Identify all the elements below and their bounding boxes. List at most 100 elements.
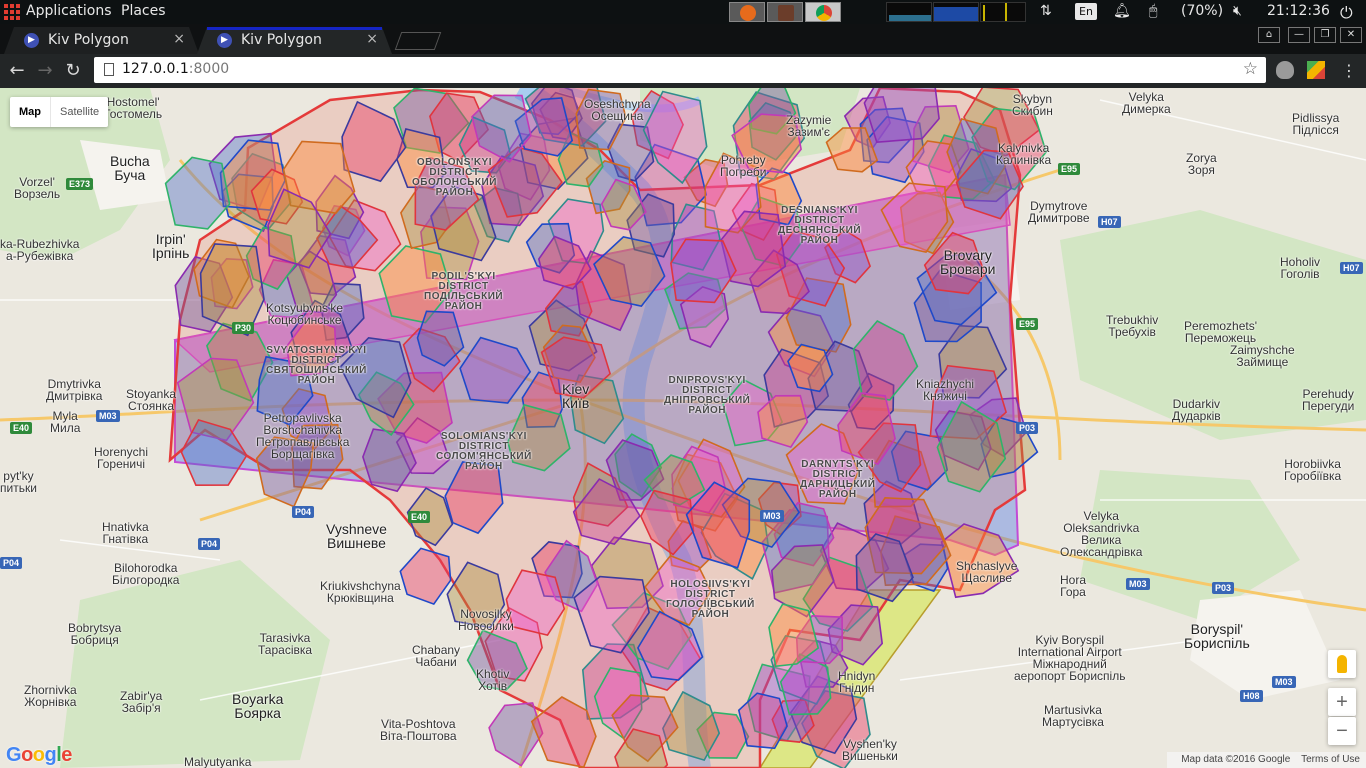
map-canvas[interactable]: [0, 88, 1366, 768]
desktop-top-panel: Applications Places ⇅ En 🔔︎ 🖱︎ (70%) 🔇︎ …: [0, 0, 1366, 24]
url-port: :8000: [188, 61, 230, 77]
place-label-sviatoshynskyi: SVYATOSHYNS'KYI DISTRICT СВЯТОШИНСЬКИЙ Р…: [266, 345, 367, 386]
places-menu[interactable]: Places: [121, 3, 166, 19]
place-label-hora: Hora Гора: [1060, 573, 1087, 599]
lightbulb-extension-icon[interactable]: [1276, 61, 1294, 79]
place-label-chabany: Chabany Чабани: [412, 643, 461, 669]
place-label-malyutyanka: Malyutyanka: [184, 755, 252, 768]
google-map[interactable]: Hostomel' Гостомель Bucha Буча Vorzel' Вор…: [0, 88, 1366, 768]
road-shield-e95b: E95: [1016, 318, 1039, 330]
place-label-airport: Kyiv Boryspil International Airport Міжн…: [1014, 633, 1126, 683]
place-label-obolonskyi: OBOLONS'KYI DISTRICT ОБОЛОНСЬКИЙ РАЙОН: [412, 157, 497, 198]
mouse-icon[interactable]: 🖱︎: [1149, 3, 1157, 19]
place-label-bilohorodka: Bilohorodka Білогородка: [112, 561, 180, 587]
tab-close-icon[interactable]: ×: [173, 31, 185, 47]
bookmark-star-icon[interactable]: ☆: [1243, 59, 1258, 79]
place-label-martusivka: Martusivka Мартусівка: [1042, 703, 1104, 729]
volume-muted-icon[interactable]: 🔇︎: [1233, 3, 1242, 19]
taskbar-chrome-button[interactable]: [805, 2, 841, 22]
place-label-myla: Myla Мила: [50, 409, 81, 435]
place-label-bobrytsya: Bobrytsya Бобриця: [68, 621, 122, 647]
place-label-holosiivskyi: HOLOSIIVS'KYI DISTRICT ГОЛОСІЇВСЬКИЙ РАЙ…: [666, 579, 755, 620]
road-shield-h07a: H07: [1098, 216, 1121, 228]
tab-title: Kiv Polygon: [241, 32, 322, 48]
clock[interactable]: 21:12:36: [1267, 3, 1330, 19]
place-label-tarasivka: Tarasivka Тарасівка: [258, 631, 313, 657]
pegman-icon: [1337, 655, 1347, 673]
network-transfer-icon[interactable]: ⇅: [1040, 3, 1052, 19]
address-bar[interactable]: 127.0.0.1:8000 ☆: [94, 57, 1266, 83]
applications-menu[interactable]: Applications: [26, 3, 112, 19]
place-label-bucha: Bucha Буча: [110, 153, 150, 183]
new-tab-button[interactable]: [394, 32, 442, 50]
place-label-pidlissya: Pidlissya Підлісся: [1292, 111, 1340, 137]
back-button[interactable]: ←: [6, 60, 28, 82]
zoom-in-button[interactable]: +: [1328, 688, 1356, 716]
zoom-out-button[interactable]: −: [1328, 717, 1356, 745]
place-label-dymytrove: Dymytrove Димитрове: [1028, 199, 1090, 225]
terms-of-use-link[interactable]: Terms of Use: [1301, 754, 1360, 765]
place-label-vyshneve: Vyshneve Вишневе: [326, 521, 387, 551]
road-shield-e95: E95: [1058, 163, 1081, 175]
map-type-satellite-button[interactable]: Satellite: [51, 97, 108, 127]
place-label-vyshenky: Vyshen'ky Вишеньки: [842, 737, 898, 763]
place-label-trebukhiv: Trebukhiv Требухів: [1106, 313, 1159, 339]
url-host: 127.0.0.1: [122, 61, 189, 77]
road-shield-e40b: E40: [408, 511, 431, 523]
place-label-desnianskyi: DESNIANS'KYI DISTRICT ДЕСНЯНСЬКИЙ РАЙОН: [778, 205, 862, 246]
place-label-irpin: Irpin' Ірпінь: [152, 231, 190, 261]
taskbar-firefox-button[interactable]: [729, 2, 765, 22]
cpu-graph: [886, 2, 932, 22]
browser-tab-active[interactable]: ▶ Kiv Polygon ×: [197, 27, 392, 54]
keyboard-language-indicator[interactable]: En: [1075, 3, 1097, 20]
road-shield-p03: P03: [1016, 422, 1039, 434]
road-shield-m03e: M03: [1126, 578, 1150, 590]
place-label-zhornivka: Zhornivka Жорнівка: [24, 683, 77, 709]
road-shield-h08: H08: [1240, 690, 1263, 702]
reload-button[interactable]: ↻: [62, 60, 84, 82]
street-view-pegman[interactable]: [1328, 650, 1356, 678]
place-label-skybyn: Skybyn Скибин: [1012, 92, 1053, 118]
place-label-dudarkiv: Dudarkiv Дударків: [1172, 397, 1221, 423]
tab-favicon-icon: ▶: [217, 33, 232, 48]
place-label-hostomel: Hostomel' Гостомель: [104, 95, 163, 121]
map-type-map-button[interactable]: Map: [10, 97, 51, 127]
minimize-button[interactable]: —: [1288, 27, 1310, 43]
close-window-button[interactable]: ✕: [1340, 27, 1362, 43]
place-label-boryspil: Boryspil' Бориспіль: [1184, 621, 1250, 651]
power-icon[interactable]: ⏻: [1340, 3, 1353, 23]
maps-extension-icon[interactable]: [1307, 61, 1325, 79]
road-shield-m03f: M03: [1272, 676, 1296, 688]
browser-tab[interactable]: ▶ Kiv Polygon ×: [4, 27, 199, 54]
notification-bell-icon[interactable]: 🔔︎: [1113, 3, 1131, 19]
applications-menu-icon[interactable]: [4, 4, 20, 20]
taskbar-terminal-button[interactable]: [767, 2, 803, 22]
place-label-novosilky: Novosilky Новосілки: [458, 607, 514, 633]
chrome-icon: [816, 5, 832, 21]
place-label-rubezhivka: ka-Rubezhivka а-Рубежівка: [0, 237, 80, 263]
tab-close-icon[interactable]: ×: [366, 31, 378, 47]
road-shield-p04b: P04: [198, 538, 221, 550]
place-label-hnidyn: Hnidyn Гнідин: [838, 669, 876, 695]
road-shield-p04a: P04: [292, 506, 315, 518]
place-label-zazymie: Zazymie Зазим'є: [786, 113, 832, 139]
map-type-control[interactable]: Map Satellite: [10, 97, 109, 127]
url-text[interactable]: 127.0.0.1:8000: [122, 61, 229, 77]
place-label-kyiv: Kiev Київ: [562, 381, 590, 411]
road-shield-p30: P30: [232, 322, 255, 334]
place-label-stoyanka: Stoyanka Стоянка: [126, 387, 177, 413]
forward-button[interactable]: →: [34, 60, 56, 82]
page-info-icon[interactable]: [104, 63, 114, 76]
place-label-kriukivshchyna: Kriukivshchyna Крюківщина: [320, 579, 401, 605]
place-label-borshchahivka: Petropavlivska Borshchahivka Петропавлів…: [256, 411, 350, 461]
place-label-shchaslyve: Shchaslyve Щасливе: [956, 559, 1018, 585]
battery-percentage[interactable]: (70%): [1181, 3, 1223, 19]
restore-button[interactable]: ❐: [1314, 27, 1336, 43]
place-label-kalynivka: Kalynivka Калинівка: [996, 141, 1052, 167]
profile-button[interactable]: ⌂: [1258, 27, 1280, 43]
chrome-menu-icon[interactable]: ⋮: [1340, 61, 1358, 80]
place-label-hoholiv: Hoholiv Гоголів: [1280, 255, 1321, 281]
tab-title: Kiv Polygon: [48, 32, 129, 48]
place-label-dmytrivka: Dmytrivka Дмитрівка: [46, 377, 103, 403]
place-label-zabirya: Zabir'ya Забір'я: [120, 689, 163, 715]
